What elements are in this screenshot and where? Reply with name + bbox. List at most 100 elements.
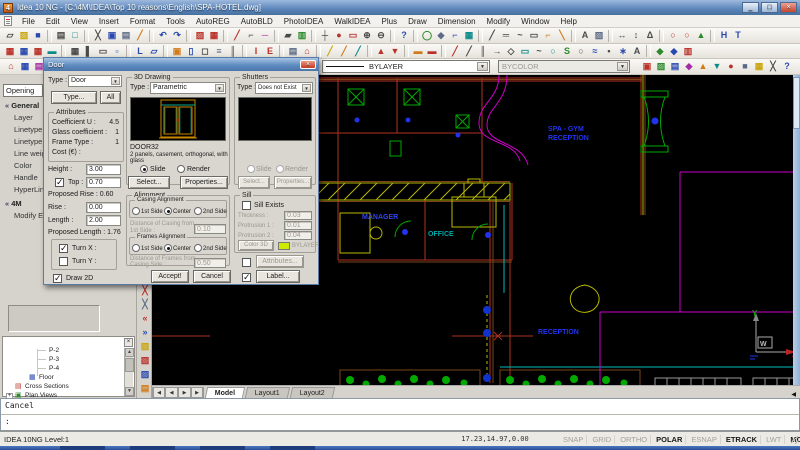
angle-icon[interactable]: ⌐ xyxy=(244,29,258,42)
storey-icon[interactable]: ▬ xyxy=(45,45,59,58)
minimize-button[interactable]: _ xyxy=(742,2,759,13)
table-h-icon[interactable]: H xyxy=(717,29,731,42)
zoom-window-icon[interactable]: ▭ xyxy=(346,29,360,42)
frames-2nd-radio[interactable] xyxy=(194,244,202,252)
chevron-down-icon[interactable]: ▼ xyxy=(111,77,120,85)
top-checkbox[interactable] xyxy=(55,178,64,187)
sheet-icon[interactable]: ▤ xyxy=(138,382,152,395)
resize-grip[interactable] xyxy=(791,436,799,444)
tri-teal-icon[interactable]: ▼ xyxy=(710,60,724,73)
cut-icon[interactable]: ╳ xyxy=(91,29,105,42)
casing-1st-radio[interactable] xyxy=(132,207,140,215)
close-button[interactable]: × xyxy=(780,2,797,13)
export-icon[interactable]: E xyxy=(263,45,277,58)
chevron-down-icon[interactable]: ▼ xyxy=(215,84,224,92)
dim-horizontal-icon[interactable]: ↔ xyxy=(615,29,629,42)
select-button[interactable]: Select... xyxy=(128,176,170,189)
diamond-blue-icon[interactable]: ◆ xyxy=(667,45,681,58)
scroll-down-icon[interactable]: ▼ xyxy=(125,387,134,396)
draw-parallel-icon[interactable]: ║ xyxy=(476,45,490,58)
tab-layout2[interactable]: Layout2 xyxy=(290,387,335,398)
door-tool-icon[interactable]: ▣ xyxy=(170,45,184,58)
undo-icon[interactable]: ↶ xyxy=(156,29,170,42)
draw-point-icon[interactable]: • xyxy=(602,45,616,58)
triangle-tool-icon[interactable]: ▲ xyxy=(694,29,708,42)
no-plot-icon[interactable]: ○ xyxy=(666,29,680,42)
pan-icon[interactable]: ┼ xyxy=(318,29,332,42)
toggle-esnap[interactable]: ESNAP xyxy=(688,435,720,444)
canvas-vscroll-thumb[interactable] xyxy=(793,77,800,129)
toggle-ortho[interactable]: ORTHO xyxy=(617,435,651,444)
tab-prev-icon[interactable]: ◀ xyxy=(165,387,178,398)
fillet-icon[interactable]: ⌐ xyxy=(541,29,555,42)
layer-freeze-icon[interactable]: ▨ xyxy=(193,29,207,42)
attributes-checkbox[interactable] xyxy=(242,258,251,267)
frames-1st-radio[interactable] xyxy=(132,244,140,252)
all-button[interactable]: All xyxy=(100,91,121,104)
sill-exists-checkbox[interactable] xyxy=(242,201,251,210)
turn-y-checkbox[interactable] xyxy=(59,257,68,266)
draw-arc2-icon[interactable]: ~ xyxy=(532,45,546,58)
tab-first-icon[interactable]: ◀ xyxy=(152,387,165,398)
arc-icon[interactable]: ~ xyxy=(513,29,527,42)
tab-last-icon[interactable]: ▶ xyxy=(191,387,204,398)
image-icon[interactable]: ▥ xyxy=(295,29,309,42)
orbit-icon[interactable]: ◯ xyxy=(420,29,434,42)
layer-prev-icon[interactable]: « xyxy=(138,312,152,325)
level-down-icon[interactable]: ▼ xyxy=(388,45,402,58)
folder-blue-icon[interactable]: ▨ xyxy=(138,368,152,381)
toggle-polar[interactable]: POLAR xyxy=(653,435,686,444)
building-icon[interactable]: ⌂ xyxy=(4,60,18,73)
menu-walkidea[interactable]: WalkIDEA xyxy=(333,17,371,26)
draw-star-icon[interactable]: ∗ xyxy=(616,45,630,58)
draw-ray-icon[interactable]: ╱ xyxy=(462,45,476,58)
frames-center-radio[interactable] xyxy=(164,244,172,252)
tab-model[interactable]: Model xyxy=(205,387,246,398)
dot-red-icon[interactable]: ● xyxy=(724,60,738,73)
layer-lock-icon[interactable]: ▦ xyxy=(207,29,221,42)
tree-item-p4[interactable]: P-4 xyxy=(49,365,59,372)
draw-circle-icon[interactable]: ○ xyxy=(546,45,560,58)
label-button[interactable]: Label... xyxy=(256,270,300,283)
chevron-down-icon[interactable]: ▼ xyxy=(302,84,311,92)
turn-x-checkbox[interactable] xyxy=(59,244,68,253)
tab-layout1[interactable]: Layout1 xyxy=(245,387,290,398)
section-general[interactable]: General xyxy=(5,101,39,110)
dim-vertical-icon[interactable]: ↕ xyxy=(629,29,643,42)
casing-2nd-radio[interactable] xyxy=(194,207,202,215)
prop-handle[interactable]: Handle xyxy=(14,173,38,182)
paste-icon[interactable]: ▤ xyxy=(119,29,133,42)
height-field[interactable]: 3.00 xyxy=(86,164,121,175)
menu-insert[interactable]: Insert xyxy=(98,17,120,26)
menu-help[interactable]: Help xyxy=(560,17,578,26)
dialog-close-icon[interactable]: × xyxy=(300,60,316,69)
close-icon[interactable]: × xyxy=(124,338,133,347)
redo-icon[interactable]: ↷ xyxy=(170,29,184,42)
prop-color[interactable]: Color xyxy=(14,161,32,170)
menu-window[interactable]: Window xyxy=(520,17,550,26)
save-icon[interactable]: ■ xyxy=(31,29,45,42)
entity-selector[interactable]: Opening xyxy=(3,84,43,97)
raster-icon[interactable]: ▥ xyxy=(681,45,695,58)
top-field[interactable]: 0.70 xyxy=(86,177,121,188)
match-properties-icon[interactable]: ╱ xyxy=(133,29,147,42)
draw-ellipse-icon[interactable]: ○ xyxy=(574,45,588,58)
prop-linetype-scale[interactable]: Linetype xyxy=(14,137,42,146)
properties-button[interactable]: Properties... xyxy=(180,176,228,189)
accept-button[interactable]: Accept! xyxy=(151,270,189,283)
linetype-combo[interactable]: BYLAYER ▼ xyxy=(322,60,490,73)
railing-icon[interactable]: ║ xyxy=(226,45,240,58)
beam-icon[interactable]: L xyxy=(133,45,147,58)
tab-next-icon[interactable]: ▶ xyxy=(178,387,191,398)
tree-item-floor[interactable]: ▦Floor xyxy=(29,374,54,381)
toggle-etrack[interactable]: ETRACK xyxy=(723,435,761,444)
draw-arrow-icon[interactable]: → xyxy=(490,45,504,58)
rectangle-icon[interactable]: ▭ xyxy=(527,29,541,42)
plot-style-icon[interactable]: ▣ xyxy=(640,60,654,73)
menu-format[interactable]: Format xyxy=(129,17,156,26)
zoom-in-icon[interactable]: ⊕ xyxy=(360,29,374,42)
ucs-icon[interactable]: ⌐ xyxy=(448,29,462,42)
draw-polygon-icon[interactable]: ◇ xyxy=(504,45,518,58)
chevron-down-icon[interactable]: ▼ xyxy=(477,62,488,71)
scroll-thumb[interactable] xyxy=(125,358,134,372)
